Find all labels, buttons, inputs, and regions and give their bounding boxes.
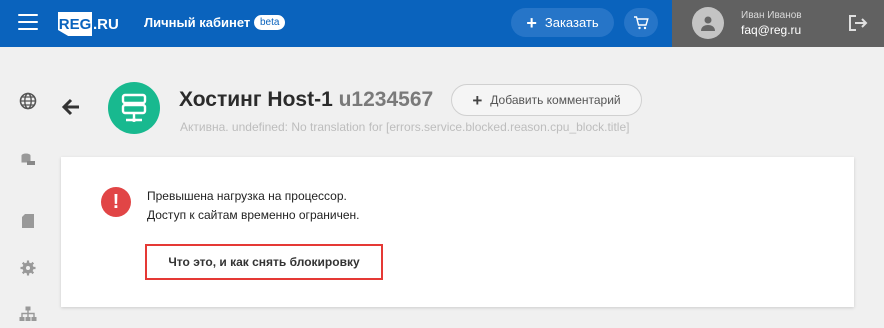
add-comment-button[interactable]: + Добавить комментарий: [451, 84, 642, 116]
sitemap-icon[interactable]: [19, 305, 37, 323]
hosting-service-icon: [108, 82, 160, 134]
page-title: Хостинг Host-1 u1234567: [179, 88, 433, 112]
service-status: Активна. undefined: No translation for […: [180, 120, 630, 134]
user-name: Иван Иванов: [741, 10, 802, 21]
avatar[interactable]: [692, 7, 724, 39]
exclamation-icon: !: [101, 187, 131, 217]
service-name: Хостинг Host-1: [179, 88, 333, 111]
unblock-help-link[interactable]: Что это, и как снять блокировку: [145, 244, 383, 280]
order-button-label: Заказать: [544, 15, 599, 30]
menu-icon[interactable]: [18, 14, 38, 32]
order-button[interactable]: + Заказать: [511, 8, 614, 37]
user-icon: [701, 16, 715, 31]
cart-icon: [634, 15, 649, 29]
database-icon[interactable]: [19, 151, 37, 169]
logout-icon[interactable]: [848, 14, 868, 32]
settings-icon[interactable]: [19, 259, 37, 277]
add-comment-label: Добавить комментарий: [490, 93, 621, 107]
top-bar: REG .RU Личный кабинет beta + Заказать И…: [0, 0, 884, 47]
plus-icon: +: [472, 90, 483, 110]
document-icon[interactable]: [19, 212, 37, 230]
back-arrow-icon[interactable]: [61, 97, 81, 117]
beta-badge: beta: [254, 15, 286, 30]
alert-card: ! Превышена нагрузка на процессор. Досту…: [61, 157, 854, 307]
user-panel[interactable]: Иван Иванов faq@reg.ru: [672, 0, 884, 47]
server-icon: [121, 93, 147, 122]
plus-icon: +: [526, 12, 537, 33]
user-email: faq@reg.ru: [741, 23, 802, 37]
alert-message-line2: Доступ к сайтам временно ограничен.: [147, 208, 360, 222]
sidebar: [0, 47, 56, 328]
reg-ru-logo[interactable]: REG .RU: [58, 12, 119, 36]
alert-message-line1: Превышена нагрузка на процессор.: [147, 189, 347, 203]
cart-button[interactable]: [624, 8, 658, 37]
globe-icon[interactable]: [19, 92, 37, 110]
service-login: u1234567: [338, 88, 434, 111]
cabinet-title[interactable]: Личный кабинет: [144, 15, 250, 30]
